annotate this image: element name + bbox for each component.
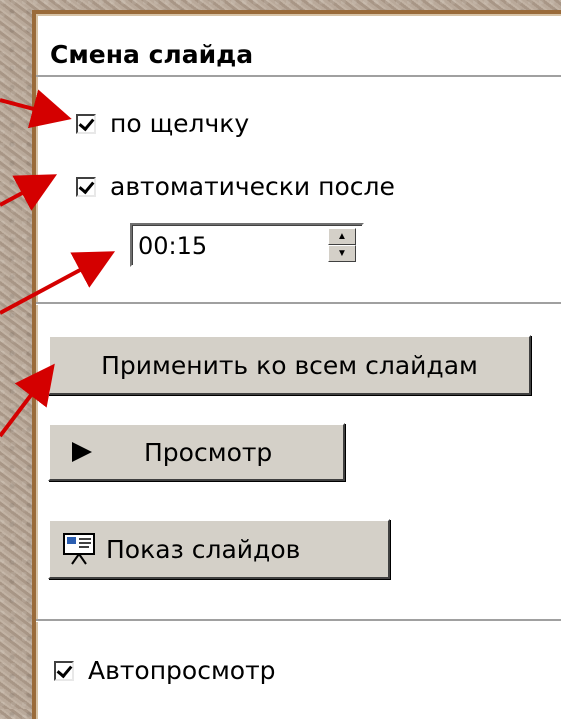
apply-all-button[interactable]: Применить ко всем слайдам <box>48 335 531 395</box>
time-spinner[interactable]: ▲ ▼ <box>130 223 364 267</box>
section-title: Смена слайда <box>50 40 254 69</box>
spin-up-icon[interactable]: ▲ <box>328 228 356 245</box>
on-click-checkbox[interactable] <box>76 113 96 134</box>
slideshow-button[interactable]: Показ слайдов <box>48 519 390 579</box>
auto-after-label: автоматически после <box>110 172 395 201</box>
autopreview-row[interactable]: Автопросмотр <box>54 656 276 685</box>
on-click-row[interactable]: по щелчку <box>76 109 249 138</box>
auto-after-checkbox[interactable] <box>76 176 96 197</box>
slideshow-label: Показ слайдов <box>106 534 301 564</box>
spin-buttons: ▲ ▼ <box>328 228 356 264</box>
slide-transition-panel: Смена слайда по щелчку автоматически пос… <box>32 10 561 719</box>
preview-label: Просмотр <box>144 437 273 467</box>
divider-1 <box>36 302 561 305</box>
time-input[interactable] <box>138 231 288 261</box>
title-divider <box>36 75 561 77</box>
apply-all-label: Применить ко всем слайдам <box>101 350 478 380</box>
autopreview-label: Автопросмотр <box>88 656 276 685</box>
spin-down-icon[interactable]: ▼ <box>328 245 356 262</box>
autopreview-checkbox[interactable] <box>54 660 74 681</box>
auto-after-row[interactable]: автоматически после <box>76 172 395 201</box>
slideshow-screen-icon <box>63 533 95 565</box>
divider-2 <box>36 619 561 622</box>
preview-button[interactable]: Просмотр <box>48 423 345 481</box>
play-triangle-icon <box>72 442 92 462</box>
on-click-label: по щелчку <box>110 109 250 138</box>
